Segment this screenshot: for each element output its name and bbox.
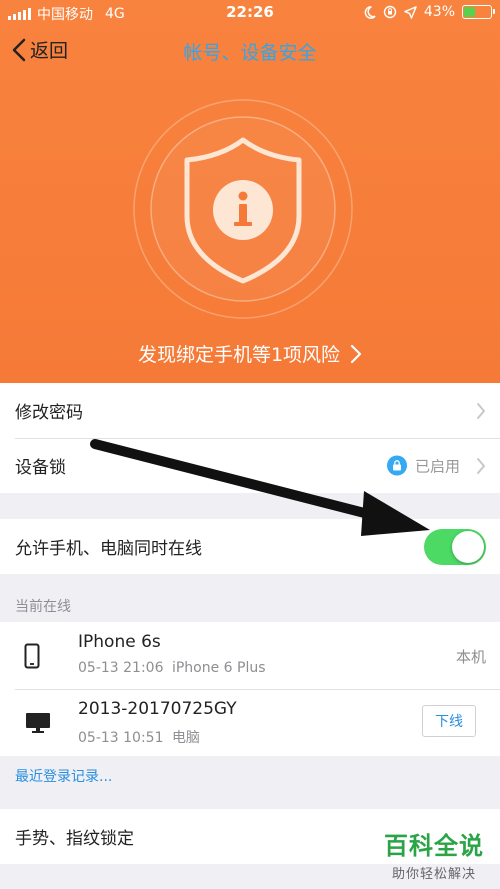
navigation-bar: 返回 帐号、设备安全 xyxy=(0,30,500,74)
recent-login-link[interactable]: 最近登录记录... xyxy=(15,766,112,786)
shield-info-icon xyxy=(133,99,353,319)
this-device-tag: 本机 xyxy=(455,648,486,666)
allow-online-toggle[interactable] xyxy=(424,528,486,565)
watermark-subtitle: 助你轻松解决 xyxy=(391,867,476,882)
gesture-lock-label: 手势、指纹锁定 xyxy=(15,829,134,849)
hero-banner: 中国移动 4G 22:26 43% 返回 帐号、设备安全 发现绑定手机等1项风险 xyxy=(0,0,500,383)
lock-icon xyxy=(386,455,407,476)
battery-percent: 43% xyxy=(423,4,455,20)
device-row[interactable]: IPhone 6s 05-13 21:06 iPhone 6 Plus 本机 xyxy=(0,622,500,689)
change-password-row[interactable]: 修改密码 xyxy=(0,383,500,438)
watermark-title: 百科全说 xyxy=(384,832,484,860)
device-row[interactable]: 2013-20170725GY 05-13 10:51 电脑 下线 xyxy=(0,689,500,756)
device-time: 05-13 10:51 xyxy=(78,730,164,746)
device-lock-label: 设备锁 xyxy=(15,458,66,478)
allow-online-label: 允许手机、电脑同时在线 xyxy=(15,539,202,559)
chevron-right-icon xyxy=(477,457,485,474)
phone-icon xyxy=(24,643,40,668)
device-lock-status: 已启用 xyxy=(414,457,460,475)
security-shield[interactable] xyxy=(132,98,354,320)
battery-icon xyxy=(462,5,495,19)
device-meta: 05-13 21:06 iPhone 6 Plus xyxy=(78,660,266,676)
chevron-right-icon xyxy=(350,344,362,363)
online-settings-group: 允许手机、电脑同时在线 xyxy=(0,519,500,574)
device-detail: 电脑 xyxy=(171,730,200,746)
device-time: 05-13 21:06 xyxy=(78,660,164,676)
account-settings-group: 修改密码 设备锁 已启用 xyxy=(0,383,500,493)
device-name: 2013-20170725GY xyxy=(78,699,237,719)
change-password-label: 修改密码 xyxy=(15,403,83,423)
offline-button[interactable]: 下线 xyxy=(422,705,476,737)
rotation-lock-icon xyxy=(383,5,397,19)
location-icon xyxy=(404,5,417,19)
status-bar: 中国移动 4G 22:26 43% xyxy=(0,0,500,26)
page-title: 帐号、设备安全 xyxy=(183,42,317,64)
online-devices-list: IPhone 6s 05-13 21:06 iPhone 6 Plus 本机 2… xyxy=(0,622,500,756)
chevron-right-icon xyxy=(477,402,485,419)
watermark-logo: 百科全说 助你轻松解决 xyxy=(378,826,490,882)
computer-icon xyxy=(26,712,50,733)
allow-online-row: 允许手机、电脑同时在线 xyxy=(0,519,500,574)
risk-alert-text: 发现绑定手机等1项风险 xyxy=(137,344,341,366)
risk-alert-link[interactable]: 发现绑定手机等1项风险 xyxy=(0,340,500,367)
moon-icon xyxy=(364,5,376,19)
device-name: IPhone 6s xyxy=(78,632,161,652)
device-meta: 05-13 10:51 电脑 xyxy=(78,727,200,747)
device-detail: iPhone 6 Plus xyxy=(171,660,266,676)
current-online-header: 当前在线 xyxy=(15,599,71,615)
device-lock-row[interactable]: 设备锁 已启用 xyxy=(0,438,500,493)
